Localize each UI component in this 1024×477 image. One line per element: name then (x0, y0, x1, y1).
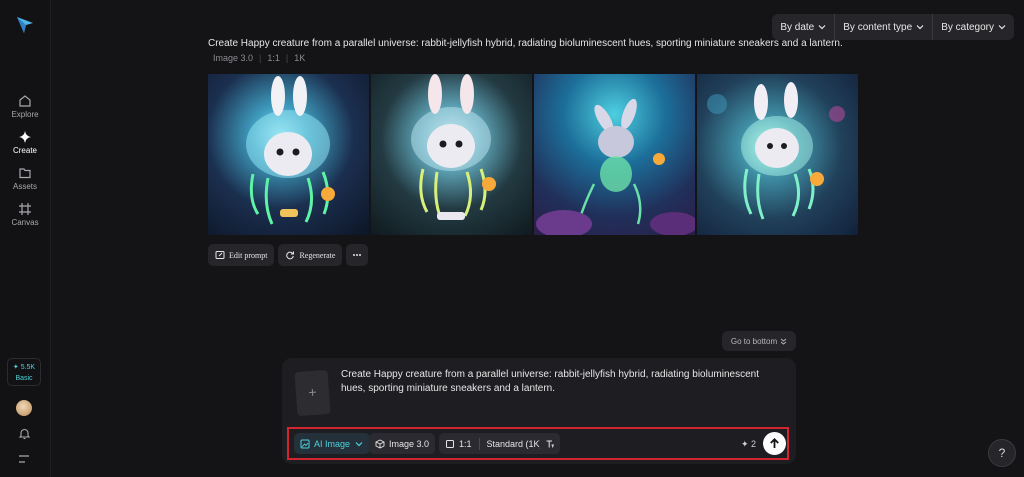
rabbit-jellyfish-image (411, 74, 496, 220)
filter-label: By category (941, 21, 994, 33)
composer-toolbar: AI Image Image 3.0 1:1 Standard (1K) ✦ 2 (287, 427, 789, 460)
generation-meta: Image 3.0 | 1:1 | 1K (213, 53, 305, 63)
sidebar-item-explore[interactable]: Explore (0, 94, 50, 119)
rabbit-jellyfish-image (536, 98, 695, 235)
more-options-button[interactable] (346, 244, 369, 266)
button-label: Regenerate (299, 250, 336, 260)
generated-image[interactable] (208, 74, 369, 235)
text-style-button[interactable] (540, 433, 560, 454)
ratio-label: 1:1 (459, 438, 472, 449)
sidebar-item-label: Create (12, 146, 37, 155)
button-label: Go to bottom (730, 336, 778, 346)
mode-label: AI Image (314, 438, 351, 449)
credit-cost: ✦ 2 (741, 439, 757, 449)
mode-selector[interactable]: AI Image (294, 433, 371, 454)
sidebar: Explore Create Assets Canvas ✦ 5.5K Basi… (0, 0, 51, 477)
more-dots-icon (353, 254, 362, 256)
text-icon (546, 440, 554, 447)
filter-label: By date (780, 21, 815, 33)
credits-badge[interactable]: ✦ 5.5K Basic (7, 358, 41, 386)
sparkle-icon (19, 131, 31, 143)
generated-image[interactable] (697, 74, 858, 235)
rabbit-jellyfish-image (707, 82, 845, 220)
menu-icon[interactable] (18, 454, 30, 464)
arrow-up-icon (770, 438, 779, 448)
frame-icon (19, 203, 31, 215)
prompt-input[interactable]: Create Happy creature from a parallel un… (341, 368, 771, 396)
ratio-label: 1:1 (267, 53, 280, 63)
refresh-icon (286, 251, 295, 260)
rabbit-jellyfish-image (246, 76, 335, 225)
plus-icon: + (307, 383, 318, 401)
send-button[interactable] (763, 432, 786, 455)
sidebar-item-canvas[interactable]: Canvas (0, 202, 50, 227)
image-icon (300, 439, 310, 448)
filter-by-date[interactable]: By date (772, 14, 836, 40)
go-to-bottom-button[interactable]: Go to bottom (722, 331, 796, 351)
regenerate-button[interactable]: Regenerate (278, 244, 343, 266)
bell-icon[interactable] (18, 427, 31, 440)
help-icon: ? (998, 446, 1006, 460)
meta-separator: | (285, 53, 289, 63)
folder-icon (19, 168, 31, 179)
model-selector[interactable]: Image 3.0 (369, 433, 436, 454)
home-icon (19, 95, 31, 107)
filter-label: By content type (843, 21, 913, 33)
filter-by-content-type[interactable]: By content type (835, 14, 934, 40)
generation-actions: Edit prompt Regenerate (208, 244, 369, 266)
sidebar-item-label: Canvas (11, 218, 39, 227)
aspect-ratio-icon (446, 439, 454, 448)
resolution-label: 1K (294, 53, 306, 63)
chevron-down-icon (818, 25, 826, 30)
model-label: Image 3.0 (213, 53, 254, 63)
add-reference-image-button[interactable]: + (294, 369, 331, 417)
cube-icon (375, 438, 385, 449)
edit-prompt-button[interactable]: Edit prompt (208, 244, 275, 266)
chevron-down-icon (998, 25, 1006, 30)
generated-image[interactable] (371, 74, 532, 235)
sidebar-item-assets[interactable]: Assets (0, 166, 50, 191)
chevron-down-icon (916, 25, 924, 30)
double-chevron-down-icon (780, 338, 787, 345)
edit-icon (215, 251, 225, 259)
generation-prompt[interactable]: Create Happy creature from a parallel un… (208, 38, 843, 49)
image-grid (208, 74, 858, 235)
quality-label: Standard (1K) (486, 438, 543, 449)
ratio-quality-selector[interactable]: 1:1 Standard (1K) (439, 433, 549, 454)
chevron-down-icon (355, 441, 363, 446)
plan-label: Basic (15, 375, 33, 382)
sidebar-item-create[interactable]: Create (0, 130, 50, 155)
filter-bar: By date By content type By category (772, 14, 1014, 40)
credits-amount: ✦ 5.5K (12, 364, 36, 371)
button-label: Edit prompt (229, 250, 268, 260)
avatar[interactable] (16, 400, 32, 416)
meta-separator: | (259, 53, 262, 63)
logo-icon[interactable] (14, 14, 36, 36)
divider (478, 437, 480, 450)
filter-by-category[interactable]: By category (933, 14, 1014, 40)
sidebar-item-label: Explore (11, 110, 39, 119)
sidebar-item-label: Assets (12, 182, 37, 191)
help-button[interactable]: ? (988, 439, 1016, 467)
model-label: Image 3.0 (389, 438, 430, 449)
generated-image[interactable] (534, 74, 695, 235)
